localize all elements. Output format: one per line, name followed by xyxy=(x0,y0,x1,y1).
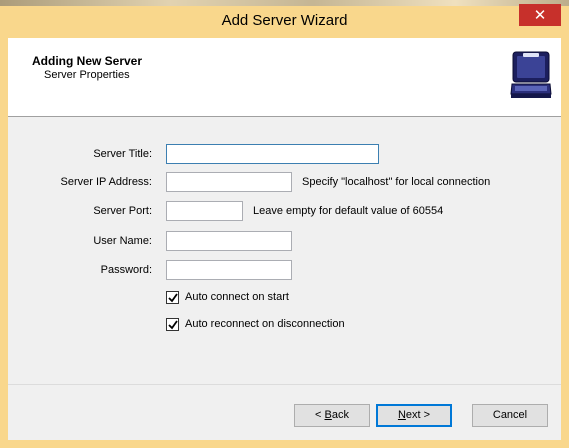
cancel-button[interactable]: Cancel xyxy=(472,404,548,427)
password-input[interactable] xyxy=(166,260,292,280)
server-title-input[interactable] xyxy=(166,144,379,164)
row-server-ip: Server IP Address: Specify "localhost" f… xyxy=(8,172,561,194)
row-server-title: Server Title: xyxy=(8,144,561,166)
back-button-mnemonic: B xyxy=(324,409,332,421)
back-button-label: ack xyxy=(331,409,349,421)
auto-reconnect-label: Auto reconnect on disconnection xyxy=(185,318,345,330)
back-button[interactable]: < Back xyxy=(294,404,370,427)
user-name-label: User Name: xyxy=(93,235,152,247)
wizard-header: Adding New Server Server Properties xyxy=(8,38,561,117)
laptop-icon xyxy=(510,51,552,98)
header-title: Adding New Server xyxy=(32,54,143,68)
wizard-window: Add Server Wizard ✕ Adding New Server Se… xyxy=(0,0,569,448)
server-ip-hint: Specify "localhost" for local connection xyxy=(302,176,491,188)
checkmark-icon xyxy=(168,293,178,303)
row-user-name: User Name: xyxy=(8,231,561,253)
button-separator xyxy=(8,384,561,385)
window-bottom-border xyxy=(0,440,569,448)
next-button-mnemonic: N xyxy=(397,409,406,421)
auto-connect-checkbox[interactable] xyxy=(166,291,179,304)
server-ip-input[interactable] xyxy=(166,172,292,192)
checkmark-icon xyxy=(168,320,178,330)
next-button-label: ext > xyxy=(405,409,431,421)
next-button[interactable]: Next > xyxy=(376,404,452,427)
server-port-hint: Leave empty for default value of 60554 xyxy=(253,205,444,217)
server-title-label: Server Title: xyxy=(93,148,152,160)
close-button[interactable]: ✕ xyxy=(519,4,561,26)
server-port-input[interactable] xyxy=(166,201,243,221)
server-port-label: Server Port: xyxy=(93,205,152,217)
header-subtitle: Server Properties xyxy=(44,69,130,81)
close-icon: ✕ xyxy=(533,6,547,24)
window-title: Add Server Wizard xyxy=(221,12,348,29)
back-button-prefix: < xyxy=(315,409,325,421)
auto-connect-label: Auto connect on start xyxy=(185,291,289,303)
title-bar-strip xyxy=(0,0,569,6)
server-ip-label: Server IP Address: xyxy=(60,176,152,188)
password-label: Password: xyxy=(100,264,152,276)
title-bar[interactable]: Add Server Wizard ✕ xyxy=(0,0,569,38)
row-password: Password: xyxy=(8,260,561,282)
auto-reconnect-checkbox[interactable] xyxy=(166,318,179,331)
row-server-port: Server Port: Leave empty for default val… xyxy=(8,201,561,223)
user-name-input[interactable] xyxy=(166,231,292,251)
wizard-client-area: Adding New Server Server Properties Serv… xyxy=(8,38,561,440)
